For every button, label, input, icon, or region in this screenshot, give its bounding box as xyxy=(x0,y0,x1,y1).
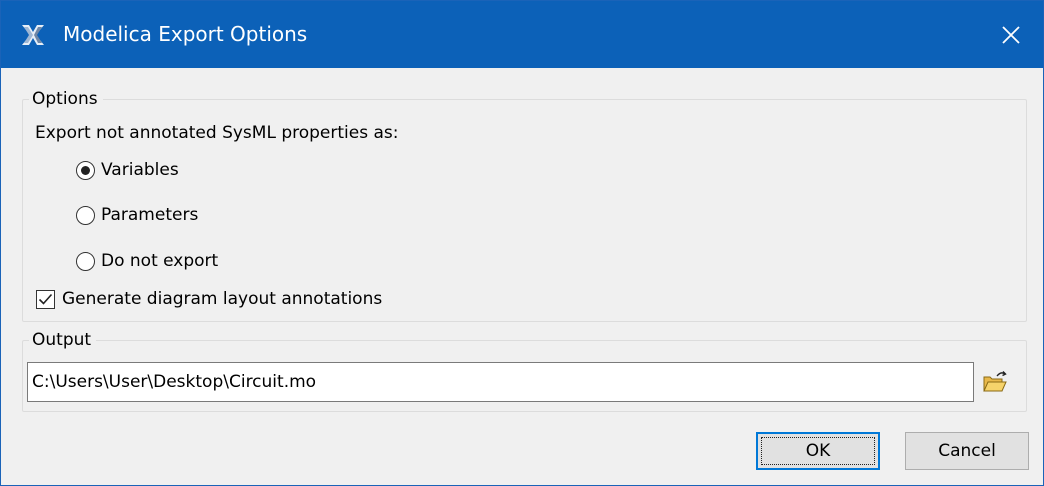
radio-variables-label: Variables xyxy=(101,160,179,180)
radio-button-circle xyxy=(76,205,95,225)
dialog-content: Options Export not annotated SysML prope… xyxy=(1,68,1043,485)
radio-parameters[interactable]: Parameters xyxy=(76,203,198,227)
output-legend: Output xyxy=(29,328,97,352)
checkmark-icon xyxy=(38,293,53,305)
radio-button-circle xyxy=(76,251,95,271)
radio-do-not-export[interactable]: Do not export xyxy=(76,249,218,273)
radio-button-circle xyxy=(76,160,95,180)
app-icon xyxy=(20,23,46,47)
generate-layout-annotations-checkbox[interactable]: Generate diagram layout annotations xyxy=(36,287,382,311)
cancel-button-label: Cancel xyxy=(938,441,996,461)
radio-variables[interactable]: Variables xyxy=(76,158,179,182)
export-options-dialog: Modelica Export Options Options Export n… xyxy=(0,0,1044,486)
focus-ring xyxy=(761,437,875,465)
checkbox-box xyxy=(36,289,55,309)
close-button[interactable] xyxy=(979,1,1043,68)
radio-parameters-label: Parameters xyxy=(101,205,199,225)
checkbox-label: Generate diagram layout annotations xyxy=(62,289,383,309)
open-folder-icon xyxy=(983,371,1007,392)
options-legend: Options xyxy=(29,87,103,111)
radio-selected-dot xyxy=(81,165,90,175)
output-path-input[interactable] xyxy=(27,362,974,402)
browse-button[interactable] xyxy=(980,367,1010,397)
export-prompt-label: Export not annotated SysML properties as… xyxy=(35,123,399,143)
title-bar[interactable]: Modelica Export Options xyxy=(1,1,1043,68)
close-icon xyxy=(1002,25,1020,44)
window-title: Modelica Export Options xyxy=(63,22,308,46)
radio-do-not-export-label: Do not export xyxy=(101,251,219,271)
ok-button[interactable]: OK xyxy=(756,432,880,470)
cancel-button[interactable]: Cancel xyxy=(905,432,1029,470)
